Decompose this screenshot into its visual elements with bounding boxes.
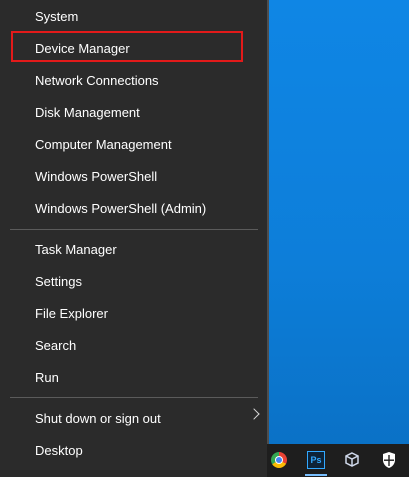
menu-item-desktop[interactable]: Desktop (24, 435, 254, 467)
photoshop-icon[interactable]: Ps (307, 451, 325, 469)
chrome-icon[interactable] (271, 452, 287, 468)
menu-item-file-explorer[interactable]: File Explorer (24, 298, 254, 330)
menu-item-shut-down-or-sign-out[interactable]: Shut down or sign out (24, 403, 263, 435)
menu-item-label: Desktop (35, 443, 83, 458)
menu-item-label: Settings (35, 274, 82, 289)
menu-item-computer-management[interactable]: Computer Management (24, 129, 254, 161)
taskbar: Ps (267, 444, 409, 477)
menu-item-windows-powershell[interactable]: Windows PowerShell (24, 161, 254, 193)
menu-item-system[interactable]: System (24, 1, 254, 33)
menu-separator (10, 229, 258, 230)
windows-security-icon[interactable] (380, 451, 398, 469)
menu-item-label: Windows PowerShell (35, 169, 158, 184)
photoshop-icon-label: Ps (310, 455, 322, 465)
menu-item-windows-powershell-admin[interactable]: Windows PowerShell (Admin) (24, 193, 254, 225)
menu-item-label: Run (35, 370, 59, 385)
menu-item-settings[interactable]: Settings (24, 266, 254, 298)
menu-item-run[interactable]: Run (24, 362, 254, 394)
virtualbox-icon[interactable] (343, 451, 361, 469)
menu-item-disk-management[interactable]: Disk Management (24, 97, 254, 129)
virtualbox-icon-graphic (345, 452, 359, 467)
winx-context-menu: System Device Manager Network Connection… (0, 0, 267, 477)
menu-item-label: Computer Management (35, 137, 172, 152)
menu-item-label: Task Manager (35, 242, 117, 257)
menu-item-label: Search (35, 338, 77, 353)
menu-item-task-manager[interactable]: Task Manager (24, 234, 254, 266)
shield-icon (383, 452, 395, 468)
menu-item-label: File Explorer (35, 306, 108, 321)
menu-item-label: Shut down or sign out (35, 411, 161, 426)
menu-item-label: Windows PowerShell (Admin) (35, 201, 207, 216)
device-manager-highlight-box (11, 31, 243, 62)
menu-item-label: Disk Management (35, 105, 140, 120)
menu-item-search[interactable]: Search (24, 330, 254, 362)
menu-item-label: Network Connections (35, 73, 159, 88)
menu-item-label: System (35, 9, 79, 24)
active-app-indicator (305, 474, 327, 476)
menu-separator (10, 397, 258, 398)
menu-item-network-connections[interactable]: Network Connections (24, 65, 254, 97)
